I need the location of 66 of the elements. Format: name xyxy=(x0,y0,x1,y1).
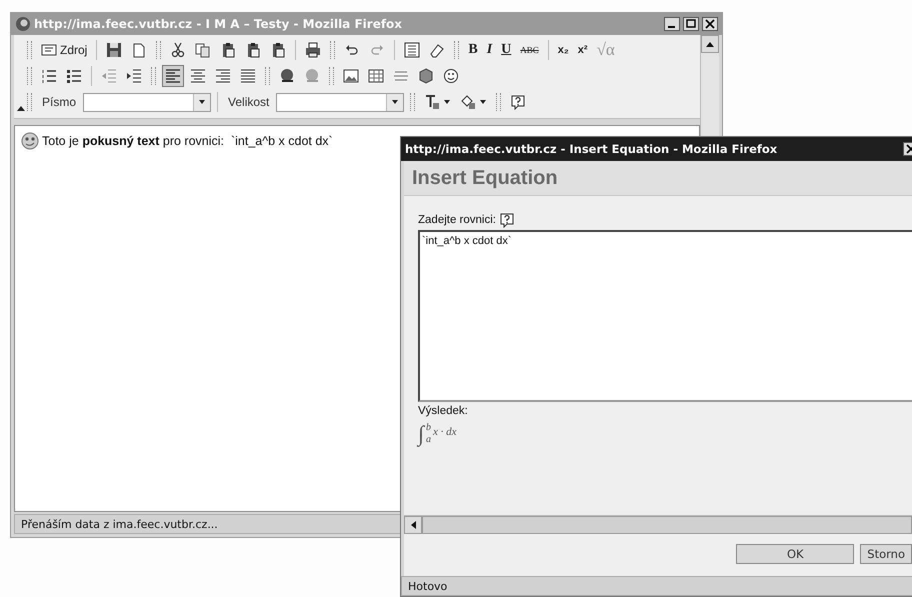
script-button[interactable]: x₂ xyxy=(554,39,572,61)
bold-button[interactable]: B xyxy=(465,39,481,61)
align-right-icon xyxy=(215,68,231,84)
align-justify-icon xyxy=(240,68,256,84)
ok-button[interactable]: OK xyxy=(736,544,854,564)
caret-icon xyxy=(391,98,400,106)
numbered-list-icon xyxy=(41,68,57,84)
globe-icon xyxy=(279,68,295,84)
page-icon xyxy=(131,42,148,58)
smiley-icon xyxy=(443,68,459,84)
field-label: Zadejte rovnici: xyxy=(418,214,496,226)
align-left-button[interactable] xyxy=(162,65,184,87)
text-color-icon xyxy=(424,94,440,110)
upper-limit: b xyxy=(426,422,432,434)
paint-bucket-icon xyxy=(460,94,476,110)
clipboard-icon xyxy=(245,42,262,58)
status-bar: Hotovo xyxy=(401,576,912,596)
copy-icon xyxy=(195,42,212,58)
align-center-icon xyxy=(190,68,206,84)
underline-button[interactable]: U xyxy=(498,39,514,61)
maximize-icon[interactable] xyxy=(683,17,699,31)
dropdown-field[interactable] xyxy=(83,92,212,112)
result-label: Výsledek: xyxy=(418,405,469,417)
scroll-up-icon[interactable] xyxy=(706,40,714,48)
scrollbar[interactable] xyxy=(404,515,912,534)
caret-icon xyxy=(198,98,206,106)
script-button[interactable]: x² xyxy=(574,39,591,61)
integral-sign: ∫ xyxy=(418,421,424,447)
firefox-icon xyxy=(15,16,31,32)
outdent-icon xyxy=(101,68,117,84)
cube-icon xyxy=(418,68,434,84)
dropdown-field[interactable] xyxy=(276,92,404,112)
lower-limit: a xyxy=(426,434,432,446)
bullet-list-icon xyxy=(66,68,82,84)
clipboard-icon xyxy=(220,42,236,58)
editor-paragraph: Toto je pokusný text pro rovnici: `int_a^b x cdot dx` xyxy=(42,134,333,148)
field-label: Velikost xyxy=(228,95,270,109)
math-expression: x · dx xyxy=(433,426,457,438)
scissors-icon xyxy=(170,42,186,58)
caret-icon xyxy=(479,98,488,106)
dialog-heading: Insert Equation xyxy=(412,166,558,190)
emoticon-icon xyxy=(21,132,39,150)
scroll-left-icon[interactable] xyxy=(410,521,416,529)
strikethrough-button[interactable]: ABC xyxy=(517,39,542,61)
source-button[interactable]: Zdroj xyxy=(38,39,90,61)
caret-icon xyxy=(443,98,452,106)
image-icon xyxy=(343,68,359,84)
italic-button[interactable]: I xyxy=(484,39,496,61)
field-label: Písmo xyxy=(42,95,76,109)
select-all-icon xyxy=(404,42,420,58)
clipboard-icon xyxy=(270,42,286,58)
help-icon[interactable] xyxy=(498,212,515,228)
collapse-arrow-icon[interactable] xyxy=(17,105,25,112)
eraser-icon xyxy=(429,42,446,58)
help-icon xyxy=(510,94,526,110)
equation-field[interactable]: `int_a^b x cdot dx` xyxy=(418,230,912,402)
align-left-icon xyxy=(165,68,181,84)
source-icon xyxy=(41,42,57,58)
printer-icon xyxy=(305,42,322,58)
globe-icon xyxy=(304,68,320,84)
indent-icon xyxy=(126,68,142,84)
minimize-icon[interactable] xyxy=(664,17,680,31)
cancel-button[interactable]: Storno xyxy=(860,544,912,564)
close-icon[interactable] xyxy=(702,17,718,31)
table-icon xyxy=(368,68,384,84)
window-title: http://ima.feec.vutbr.cz - I M A – Testy - Mozilla Firefox xyxy=(34,17,404,31)
